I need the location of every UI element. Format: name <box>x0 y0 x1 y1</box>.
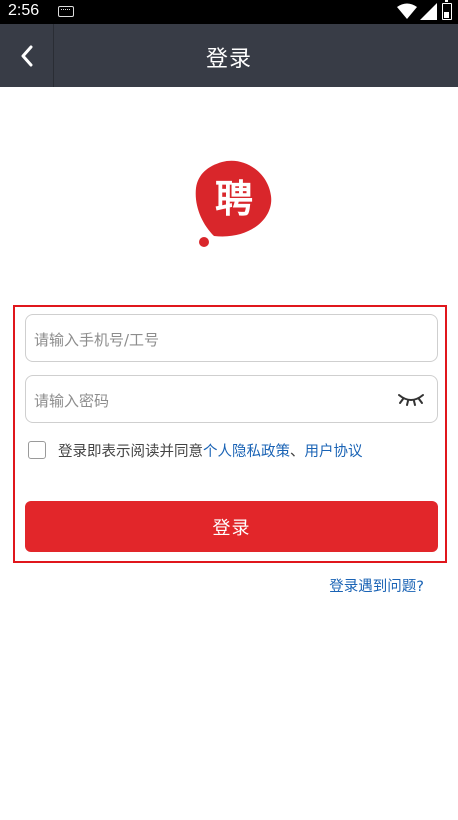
navigation-bar: 登录 <box>0 24 458 87</box>
logo-glyph: 聘 <box>215 176 253 221</box>
agreement-row: 登录即表示阅读并同意个人隐私政策、用户协议 <box>28 440 363 460</box>
agreement-text: 登录即表示阅读并同意个人隐私政策、用户协议 <box>58 440 363 461</box>
keyboard-icon <box>58 6 74 17</box>
phone-placeholder: 请输入手机号/工号 <box>34 331 160 349</box>
cellular-signal-icon <box>420 3 437 20</box>
app-logo: 聘 <box>195 160 272 247</box>
phone-input[interactable]: 请输入手机号/工号 <box>25 314 438 362</box>
login-button[interactable]: 登录 <box>25 501 438 552</box>
status-bar: 2:56 <box>0 0 458 24</box>
agreement-separator: 、 <box>290 443 305 460</box>
privacy-policy-link[interactable]: 个人隐私政策 <box>203 444 290 460</box>
password-input[interactable]: 请输入密码 <box>25 375 438 423</box>
password-placeholder: 请输入密码 <box>34 392 110 410</box>
login-help-link[interactable]: 登录遇到问题? <box>329 575 424 596</box>
user-agreement-link[interactable]: 用户协议 <box>305 444 363 460</box>
battery-icon <box>442 0 452 20</box>
agree-checkbox[interactable] <box>28 441 46 459</box>
wifi-icon <box>397 3 417 19</box>
agreement-prefix: 登录即表示阅读并同意 <box>58 443 203 460</box>
page-title: 登录 <box>205 47 252 72</box>
eye-closed-icon[interactable] <box>397 390 425 408</box>
status-time: 2:56 <box>8 2 40 19</box>
